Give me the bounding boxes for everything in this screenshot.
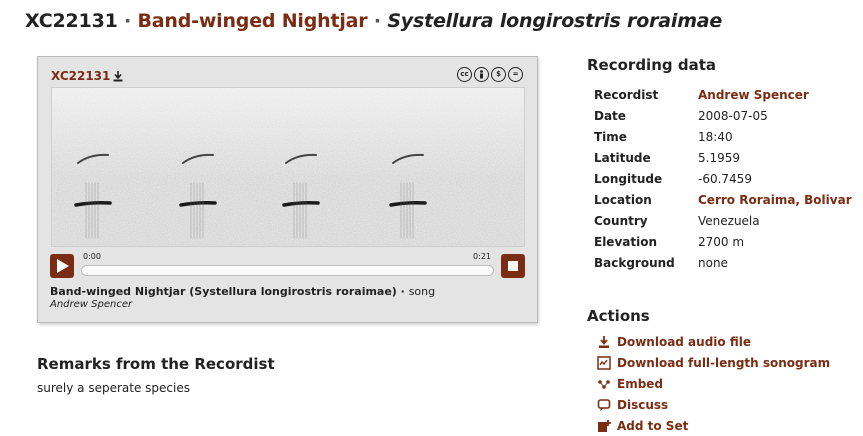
time-start: 0:00 — [83, 252, 101, 261]
recording-value-cell: Andrew Spencer — [698, 84, 852, 105]
nd-icon[interactable]: = — [508, 67, 523, 82]
nc-icon[interactable]: $ — [491, 67, 506, 82]
recording-label: Background — [594, 255, 675, 270]
caption-recordist: Andrew Spencer — [50, 299, 133, 310]
recording-value: 2008-07-05 — [698, 108, 768, 123]
download-icon[interactable] — [113, 71, 123, 85]
remarks-title: Remarks from the Recordist — [37, 355, 275, 373]
cc-icon[interactable]: cc — [457, 67, 472, 82]
action-item[interactable]: Embed — [597, 373, 830, 394]
catalog-id: XC22131 — [25, 10, 118, 32]
common-name-link[interactable]: Band-winged Nightjar — [138, 10, 368, 32]
action-link[interactable]: Embed — [617, 377, 663, 391]
remarks-text: surely a seperate species — [37, 381, 190, 395]
recording-row: Date 2008-07-05 — [594, 105, 852, 126]
caption-type: song — [408, 285, 436, 298]
recording-value: Venezuela — [698, 213, 760, 228]
by-icon[interactable] — [474, 67, 489, 82]
sonogram-icon — [597, 355, 611, 370]
action-item[interactable]: Download audio file — [597, 331, 830, 352]
recording-value-link[interactable]: Andrew Spencer — [698, 88, 809, 102]
recording-label: Elevation — [594, 234, 658, 249]
progress-bar[interactable] — [81, 265, 494, 276]
audio-player: XC22131 cc $ = 0:00 0:21 Band-winged Nig… — [37, 56, 538, 323]
actions-list: Download audio file Download full-length … — [597, 331, 830, 436]
action-link[interactable]: Download full-length sonogram — [617, 356, 830, 370]
time-end: 0:21 — [473, 252, 491, 261]
recording-caption: Band-winged Nightjar (Systellura longiro… — [50, 285, 435, 298]
discuss-icon — [597, 398, 611, 412]
player-catalog-link[interactable]: XC22131 — [51, 69, 123, 85]
download-icon — [597, 335, 611, 349]
recording-value: 18:40 — [698, 129, 733, 144]
page-title: XC22131 · Band-winged Nightjar · Systell… — [25, 10, 722, 32]
action-item[interactable]: Discuss — [597, 394, 830, 415]
caption-name: Band-winged Nightjar (Systellura longiro… — [50, 285, 397, 298]
recording-value: -60.7459 — [698, 171, 752, 186]
recording-value: 2700 m — [698, 234, 745, 249]
action-link[interactable]: Discuss — [617, 398, 668, 412]
recording-row: Location Cerro Roraima, Bolivar — [594, 189, 852, 210]
recording-label: Location — [594, 192, 652, 207]
caption-separator: · — [396, 285, 409, 298]
action-item[interactable]: Add to Set — [597, 415, 830, 436]
scientific-name: Systellura longirostris roraimae — [387, 10, 723, 32]
play-button[interactable] — [50, 254, 74, 278]
license-icons[interactable]: cc $ = — [457, 67, 523, 82]
recording-value-link[interactable]: Cerro Roraima, Bolivar — [698, 193, 852, 207]
recording-value: 5.1959 — [698, 150, 740, 165]
embed-icon — [597, 377, 611, 391]
recording-value: none — [698, 255, 728, 270]
recording-row: Recordist Andrew Spencer — [594, 84, 852, 105]
recording-row: Longitude -60.7459 — [594, 168, 852, 189]
recording-label: Latitude — [594, 150, 651, 165]
stop-button[interactable] — [501, 254, 525, 278]
recording-label: Recordist — [594, 87, 659, 102]
recording-data-title: Recording data — [587, 56, 716, 74]
recording-label: Time — [594, 129, 627, 144]
player-catalog-id: XC22131 — [51, 69, 111, 83]
recording-row: Background none — [594, 252, 852, 273]
recording-value-cell: Cerro Roraima, Bolivar — [698, 189, 852, 210]
recording-data-table: Recordist Andrew Spencer Date 2008-07-05 Tim… — [594, 84, 852, 273]
title-separator: · — [373, 10, 381, 32]
actions-title: Actions — [587, 307, 650, 325]
recording-label: Country — [594, 213, 648, 228]
recording-label: Date — [594, 108, 626, 123]
add-to-set-icon — [597, 419, 611, 433]
recording-row: Latitude 5.1959 — [594, 147, 852, 168]
action-link[interactable]: Download audio file — [617, 335, 751, 349]
recording-row: Elevation 2700 m — [594, 231, 852, 252]
action-link[interactable]: Add to Set — [617, 419, 688, 433]
action-item[interactable]: Download full-length sonogram — [597, 352, 830, 373]
recording-row: Country Venezuela — [594, 210, 852, 231]
recording-row: Time 18:40 — [594, 126, 852, 147]
recording-label: Longitude — [594, 171, 663, 186]
sonogram[interactable] — [51, 87, 525, 247]
title-separator: · — [124, 10, 132, 32]
